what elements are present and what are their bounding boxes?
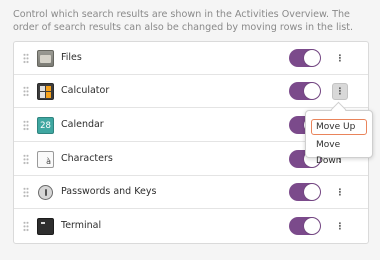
move-up-item[interactable]: Move Up bbox=[311, 119, 367, 135]
row-menu-button[interactable]: ⋮ bbox=[332, 50, 348, 67]
row-label: Terminal bbox=[61, 220, 102, 231]
toggle-knob bbox=[304, 50, 320, 66]
row-label: Calendar bbox=[61, 119, 104, 130]
calculator-icon bbox=[37, 83, 54, 100]
row-menu-button[interactable]: ⋮ bbox=[332, 184, 348, 201]
drag-handle-icon[interactable] bbox=[23, 120, 29, 131]
drag-handle-icon[interactable] bbox=[23, 221, 29, 232]
enable-toggle[interactable] bbox=[289, 49, 321, 67]
toggle-knob bbox=[304, 83, 320, 99]
row-label: Characters bbox=[61, 153, 113, 164]
drag-handle-icon[interactable] bbox=[23, 187, 29, 198]
row-label: Calculator bbox=[61, 85, 110, 96]
calendar-icon: 28 bbox=[37, 117, 54, 134]
characters-icon-glyph: à bbox=[46, 157, 51, 166]
drag-handle-icon[interactable] bbox=[23, 86, 29, 97]
list-row-terminal[interactable]: Terminal ⋮ bbox=[14, 210, 368, 243]
toggle-knob bbox=[304, 184, 320, 200]
row-label: Passwords and Keys bbox=[61, 186, 157, 197]
list-row-calculator[interactable]: Calculator ⋮ bbox=[14, 75, 368, 108]
list-row-files[interactable]: Files ⋮ bbox=[14, 42, 368, 75]
toggle-knob bbox=[304, 218, 320, 234]
row-label: Files bbox=[61, 52, 82, 63]
more-vertical-icon: ⋮ bbox=[335, 187, 345, 198]
enable-toggle[interactable] bbox=[289, 183, 321, 201]
drag-handle-icon[interactable] bbox=[23, 53, 29, 64]
calendar-icon-day: 28 bbox=[40, 120, 51, 131]
row-menu-button[interactable]: ⋮ bbox=[332, 83, 348, 100]
list-row-passwords-and-keys[interactable]: Passwords and Keys ⋮ bbox=[14, 176, 368, 209]
row-move-popover: Move Up Move Down bbox=[305, 110, 373, 166]
enable-toggle[interactable] bbox=[289, 217, 321, 235]
move-down-item[interactable]: Move Down bbox=[311, 137, 367, 166]
search-settings-description: Control which search results are shown i… bbox=[13, 9, 354, 33]
more-vertical-icon: ⋮ bbox=[335, 53, 345, 64]
terminal-icon bbox=[37, 218, 54, 235]
folder-icon bbox=[37, 50, 54, 67]
drag-handle-icon[interactable] bbox=[23, 154, 29, 165]
row-menu-button[interactable]: ⋮ bbox=[332, 218, 348, 235]
more-vertical-icon: ⋮ bbox=[335, 221, 345, 232]
keyring-icon bbox=[37, 184, 54, 201]
characters-icon: à bbox=[37, 151, 54, 168]
enable-toggle[interactable] bbox=[289, 82, 321, 100]
more-vertical-icon: ⋮ bbox=[335, 86, 345, 97]
